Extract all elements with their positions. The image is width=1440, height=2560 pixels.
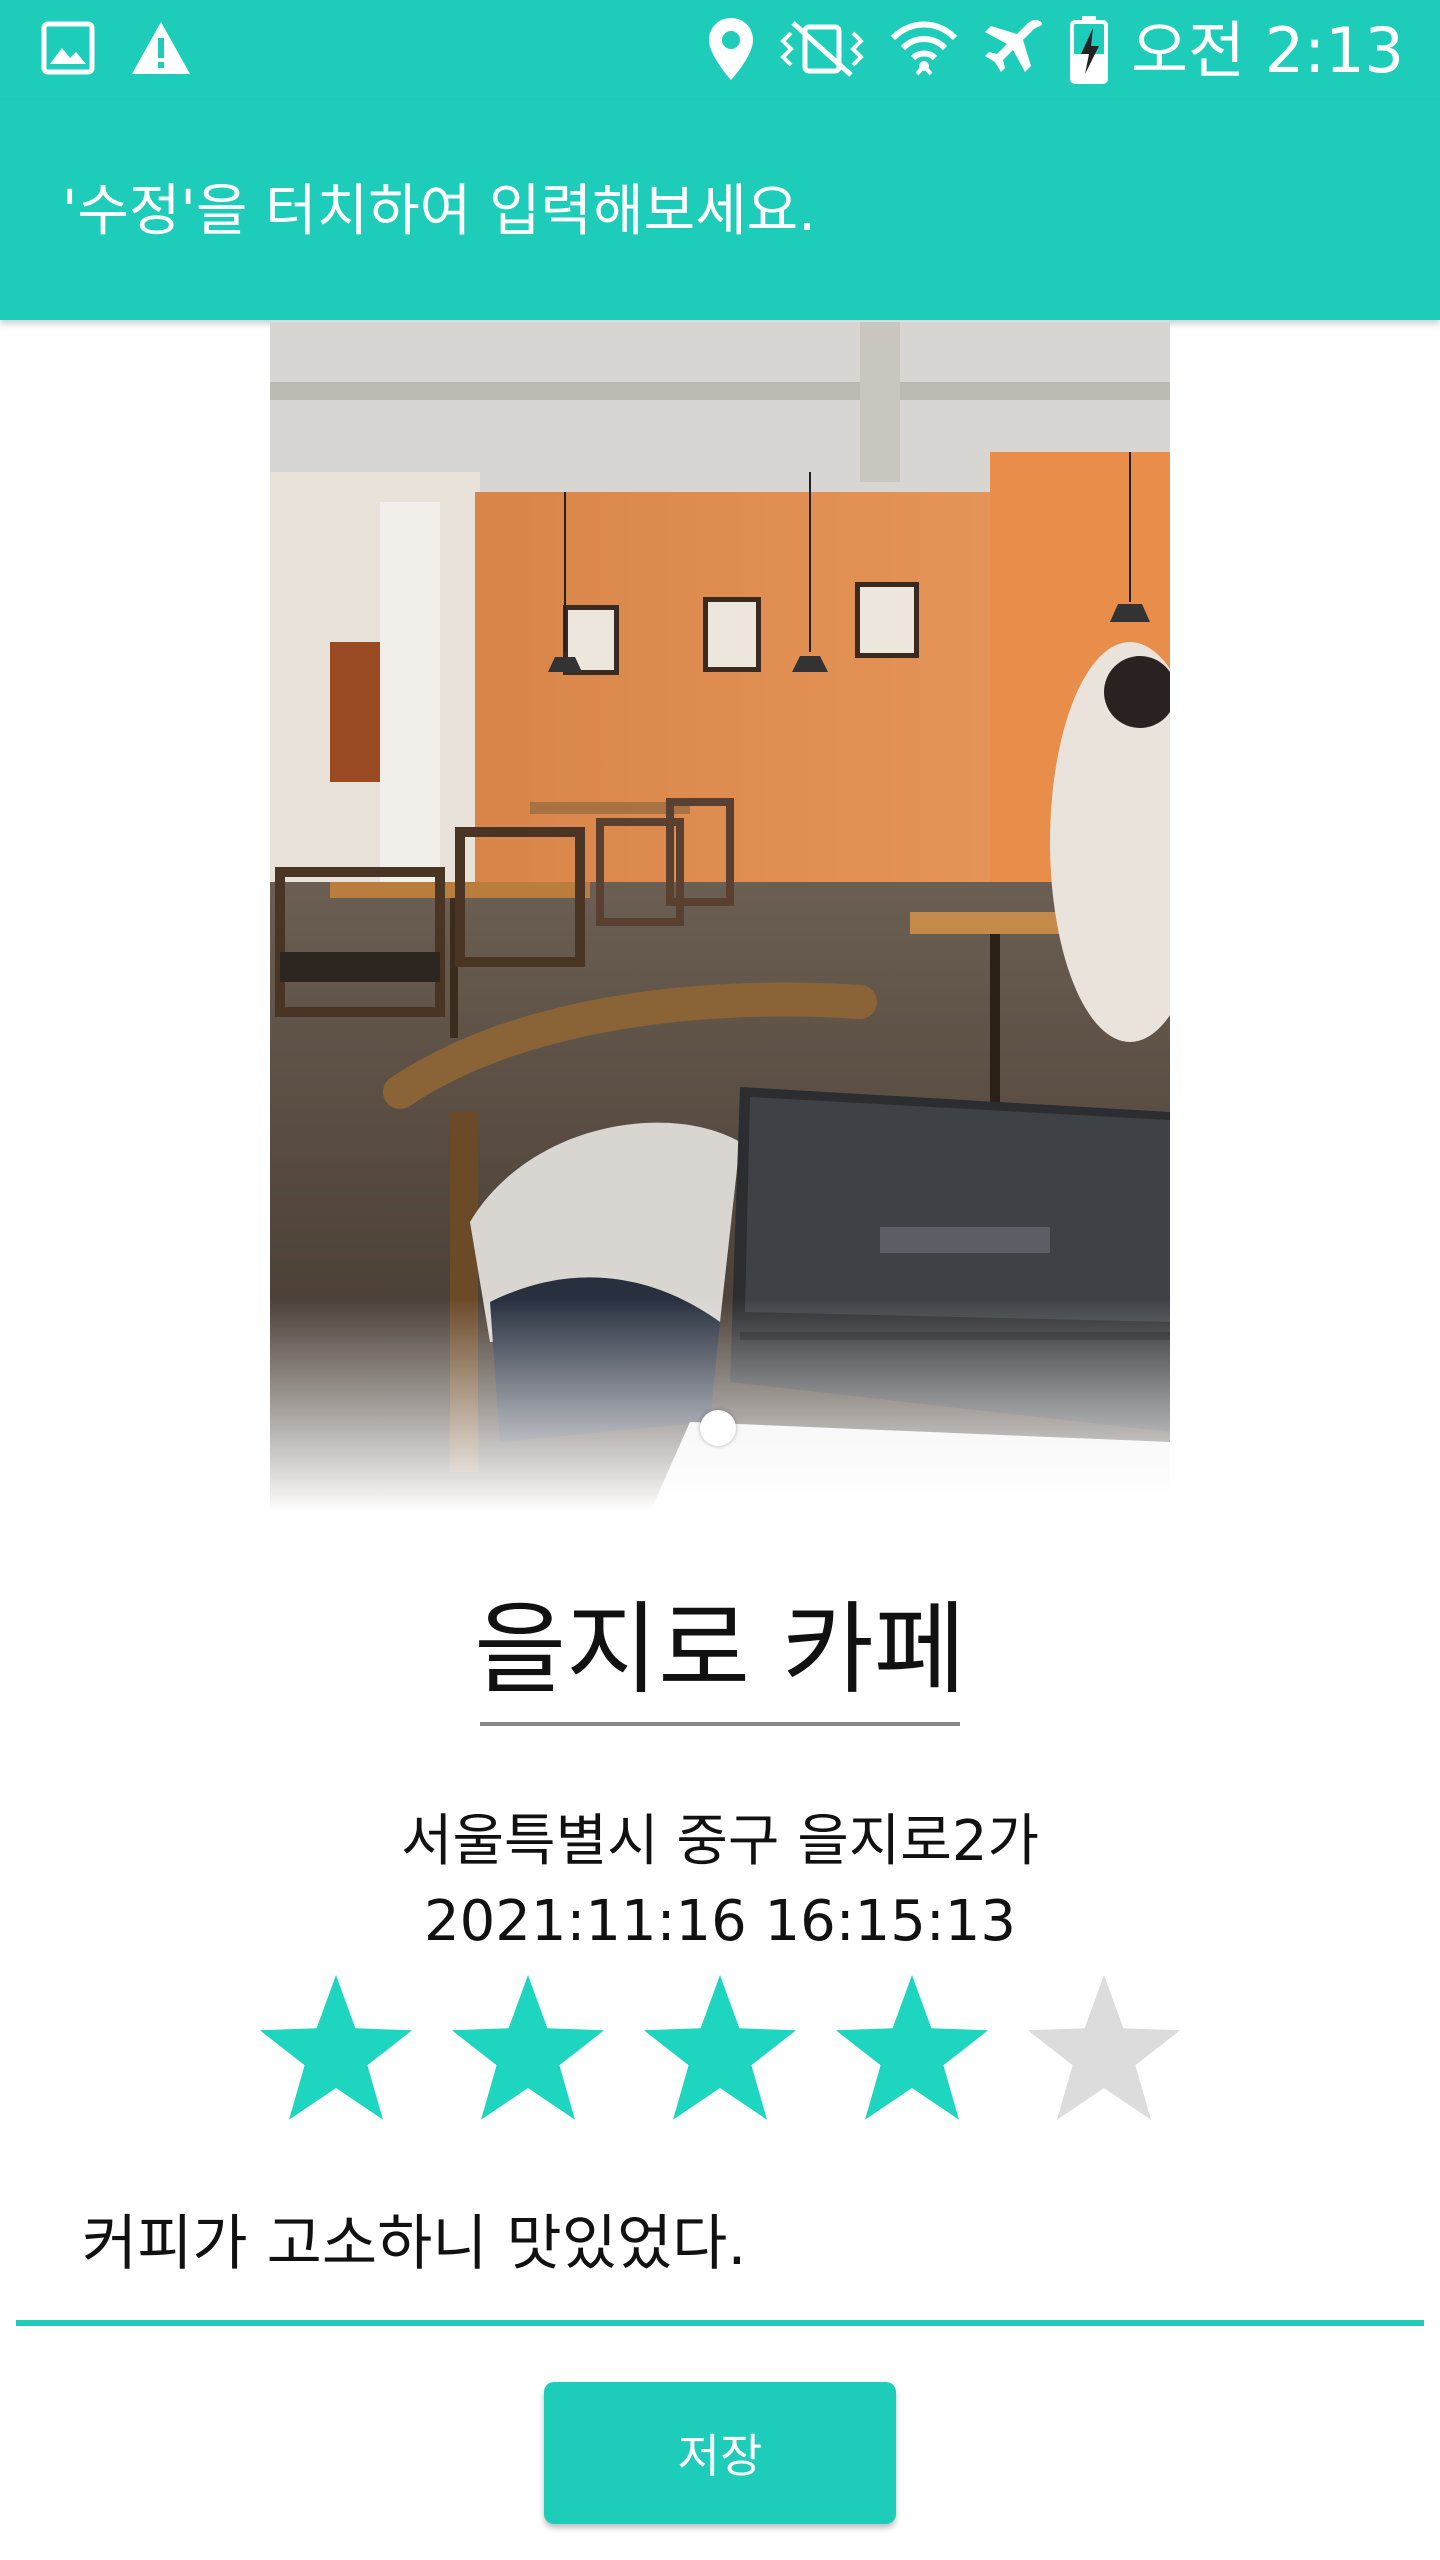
star-icon-1[interactable] xyxy=(259,1975,413,2120)
toolbar-title: '수정'을 터치하여 입력해보세요. xyxy=(62,179,816,244)
vibrate-off-icon xyxy=(777,19,867,83)
cafe-photo-illustration xyxy=(270,322,1170,1512)
star-icon-2[interactable] xyxy=(451,1975,605,2120)
rating-stars[interactable] xyxy=(250,1975,1190,2135)
gallery-icon xyxy=(40,20,96,80)
carousel-page-indicator[interactable] xyxy=(700,1410,736,1446)
warning-icon xyxy=(130,20,192,80)
review-text[interactable]: 커피가 고소하니 맛있었다. xyxy=(82,2195,746,2282)
status-left-icons xyxy=(40,20,192,80)
rating-bar[interactable] xyxy=(250,1975,1190,2135)
location-icon xyxy=(707,16,755,86)
cafe-photo[interactable] xyxy=(270,322,1170,1512)
review-field-underline xyxy=(16,2320,1424,2326)
airplane-icon xyxy=(981,16,1047,86)
photo-datetime: 2021:11:16 16:15:13 xyxy=(423,1889,1017,1954)
status-time: 오전 2:13 xyxy=(1130,14,1404,87)
star-icon-4[interactable] xyxy=(835,1975,989,2120)
place-address: 서울특별시 중구 을지로2가 xyxy=(401,1809,1039,1874)
battery-charging-icon xyxy=(1069,14,1109,88)
save-button[interactable]: 저장 xyxy=(544,2382,896,2524)
app-toolbar: '수정'을 터치하여 입력해보세요. xyxy=(0,100,1440,320)
wifi-icon xyxy=(889,16,959,86)
place-title[interactable]: 을지로 카페 xyxy=(0,1590,1440,1710)
title-underline xyxy=(480,1722,960,1726)
star-icon-3[interactable] xyxy=(643,1975,797,2120)
status-right-icons: 오전 2:13 xyxy=(707,14,1404,88)
star-icon-5[interactable] xyxy=(1027,1975,1181,2120)
status-bar: 오전 2:13 xyxy=(0,0,1440,100)
screen: 오전 2:13 '수정'을 터치하여 입력해보세요. 을지로 카페 서울특별시 … xyxy=(0,0,1440,2560)
